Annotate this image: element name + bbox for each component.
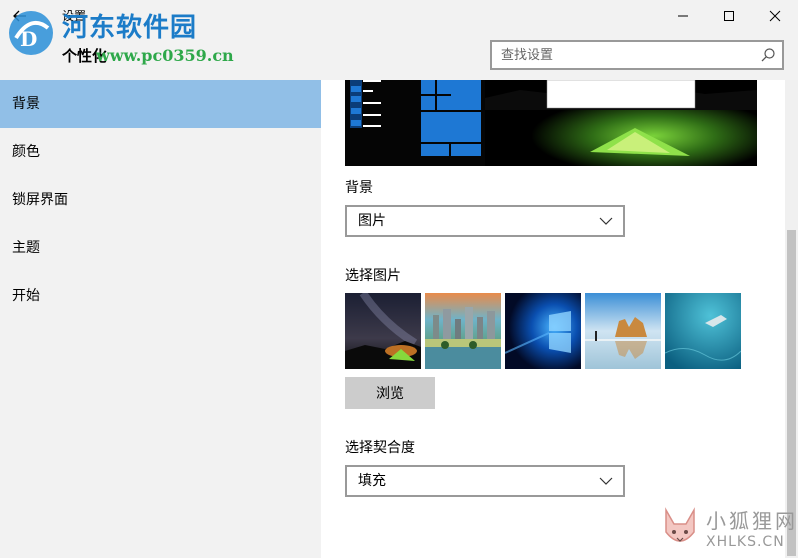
- underwater-swimmer-thumbnail[interactable]: [665, 293, 741, 369]
- search-box[interactable]: [490, 40, 784, 70]
- choose-picture-label: 选择图片: [345, 268, 401, 284]
- minimize-button[interactable]: [660, 0, 706, 32]
- maximize-icon: [724, 11, 734, 21]
- fox-logo-icon: [665, 507, 695, 542]
- painted-city-image: [425, 293, 501, 369]
- sidebar: 背景 颜色 锁屏界面 主题 开始: [0, 80, 321, 558]
- background-label: 背景: [345, 180, 373, 196]
- fit-dropdown[interactable]: 填充: [345, 465, 625, 497]
- windows-logo-image: [505, 293, 581, 369]
- preview-image: [345, 80, 757, 166]
- chevron-down-icon: [599, 477, 613, 485]
- watermark-site-url: www.pc0359.cn: [96, 46, 234, 65]
- background-dropdown[interactable]: 图片: [345, 205, 625, 237]
- minimize-icon: [678, 15, 688, 17]
- watermark-site-title: 河东软件园: [62, 13, 198, 43]
- painted-city-thumbnail[interactable]: [425, 293, 501, 369]
- close-icon: [769, 10, 781, 22]
- choose-fit-label: 选择契合度: [345, 440, 415, 456]
- svg-text:D: D: [20, 27, 37, 51]
- sidebar-item-themes[interactable]: 主题: [0, 224, 321, 272]
- underwater-swimmer-image: [665, 293, 741, 369]
- sidebar-item-lock-screen[interactable]: 锁屏界面: [0, 176, 321, 224]
- chevron-down-icon: [599, 217, 613, 225]
- close-button[interactable]: [752, 0, 798, 32]
- scrollbar-thumb[interactable]: [787, 230, 796, 556]
- background-dropdown-value: 图片: [358, 213, 386, 229]
- search-icon[interactable]: [760, 47, 776, 63]
- corner-watermark-cn: 小狐狸网: [706, 509, 798, 533]
- night-tent-image: [345, 293, 421, 369]
- sidebar-item-colors[interactable]: 颜色: [0, 128, 321, 176]
- corner-watermark-en: XHLKS.CN: [706, 534, 785, 550]
- beach-rocks-image: [585, 293, 661, 369]
- windows-logo-thumbnail[interactable]: [505, 293, 581, 369]
- fit-dropdown-value: 填充: [358, 473, 386, 489]
- night-tent-thumbnail[interactable]: [345, 293, 421, 369]
- desktop-preview: [345, 80, 757, 166]
- sidebar-item-background[interactable]: 背景: [0, 80, 321, 128]
- browse-button[interactable]: 浏览: [345, 377, 435, 409]
- search-input[interactable]: [492, 42, 761, 68]
- maximize-button[interactable]: [706, 0, 752, 32]
- site-logo-icon: D: [9, 11, 53, 55]
- sidebar-item-start[interactable]: 开始: [0, 272, 321, 320]
- beach-rocks-thumbnail[interactable]: [585, 293, 661, 369]
